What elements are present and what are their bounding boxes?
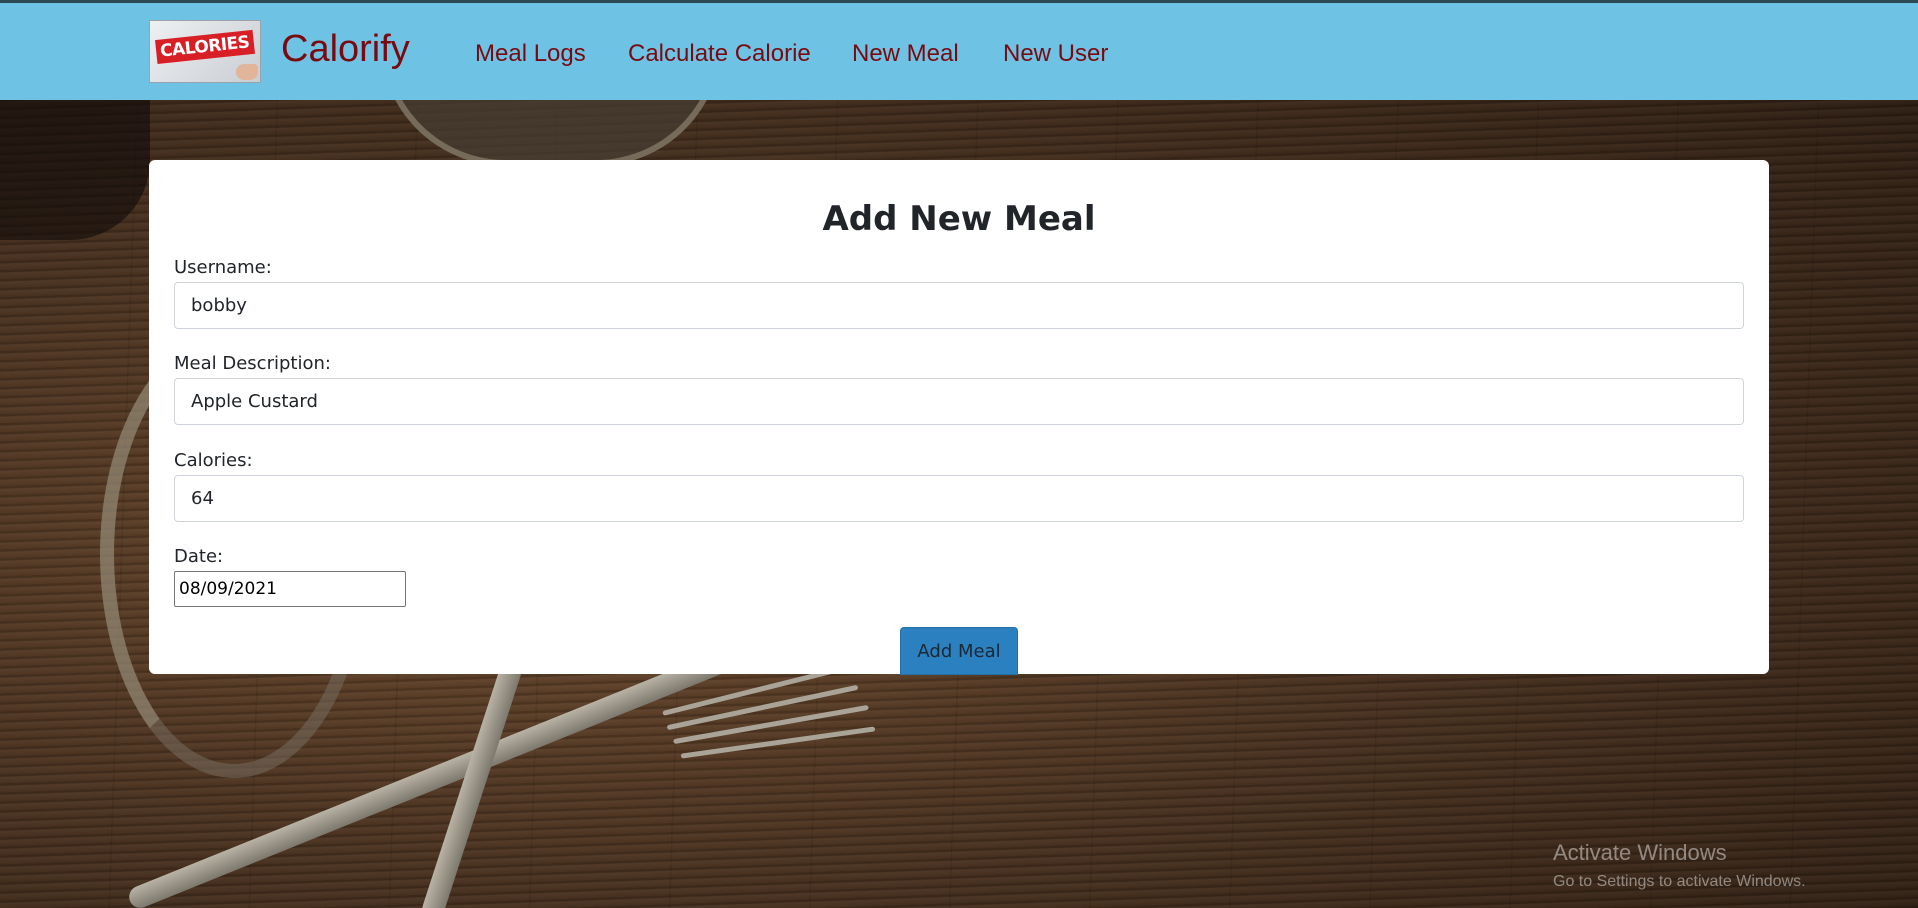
brand-logo[interactable]: CALORIES (149, 20, 261, 83)
activate-windows-title: Activate Windows (1553, 840, 1727, 865)
brand-logo-text: CALORIES (155, 29, 255, 65)
date-label: Date: (174, 546, 224, 567)
activate-windows-subtitle: Go to Settings to activate Windows. (1553, 873, 1806, 890)
page-title: Add New Meal (822, 199, 1096, 239)
add-meal-button[interactable]: Add Meal (900, 627, 1018, 675)
top-navbar: CALORIES Calorify Meal Logs Calculate Ca… (0, 0, 1918, 100)
nav-link-calculate-calorie[interactable]: Calculate Calorie (628, 42, 811, 66)
username-input[interactable] (174, 282, 1744, 329)
nav-link-new-user[interactable]: New User (1003, 42, 1108, 66)
date-input[interactable] (174, 571, 406, 607)
calories-input[interactable] (174, 475, 1744, 522)
meal-description-label: Meal Description: (174, 353, 331, 374)
brand-name-link[interactable]: Calorify (281, 30, 410, 68)
nav-link-new-meal[interactable]: New Meal (852, 42, 959, 66)
hand-icon (236, 64, 258, 80)
meal-description-input[interactable] (174, 378, 1744, 425)
username-label: Username: (174, 257, 272, 278)
calories-label: Calories: (174, 450, 253, 471)
nav-link-meal-logs[interactable]: Meal Logs (475, 42, 586, 66)
add-meal-card: Add New Meal Username: Meal Description:… (149, 160, 1769, 675)
